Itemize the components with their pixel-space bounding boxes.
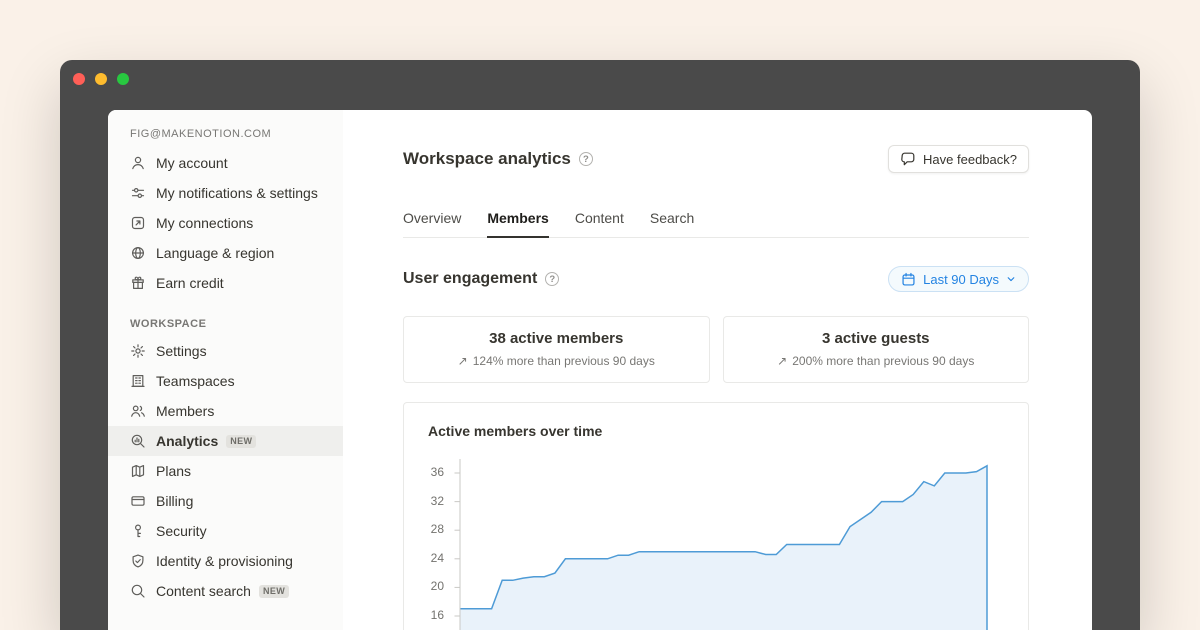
- sidebar-item-label: Security: [156, 521, 207, 541]
- sidebar-item-label: My notifications & settings: [156, 183, 318, 203]
- stat-delta: ↗ 124% more than previous 90 days: [404, 354, 709, 368]
- date-range-label: Last 90 Days: [923, 272, 999, 287]
- tab-content[interactable]: Content: [575, 210, 624, 238]
- stat-cards-row: 38 active members ↗ 124% more than previ…: [403, 316, 1029, 383]
- sidebar-item-label: Earn credit: [156, 273, 224, 293]
- traffic-light-close[interactable]: [73, 73, 85, 85]
- user-engagement-header: User engagement ? Last 90 Days: [403, 266, 1029, 292]
- connections-icon: [130, 215, 146, 231]
- app-window: FIG@MAKENOTION.COM My account My notifica…: [60, 60, 1140, 630]
- y-axis-label: 28: [420, 522, 444, 536]
- sidebar-item-label: My connections: [156, 213, 253, 233]
- active-members-card: 38 active members ↗ 124% more than previ…: [403, 316, 710, 383]
- sidebar-item-members[interactable]: Members: [108, 396, 343, 426]
- sidebar-item-billing[interactable]: Billing: [108, 486, 343, 516]
- sidebar-item-analytics[interactable]: Analytics NEW: [108, 426, 343, 456]
- tab-search[interactable]: Search: [650, 210, 694, 238]
- chart-title: Active members over time: [428, 423, 1028, 439]
- stat-value: 38 active members: [404, 330, 709, 347]
- teamspaces-icon: [130, 373, 146, 389]
- sidebar-item-settings[interactable]: Settings: [108, 336, 343, 366]
- sidebar-item-label: Billing: [156, 491, 193, 511]
- page-title: Workspace analytics ?: [403, 149, 593, 169]
- y-axis-label: 20: [420, 579, 444, 593]
- active-members-area-chart: [452, 453, 1012, 630]
- stat-value: 3 active guests: [724, 330, 1029, 347]
- section-title-text: User engagement: [403, 270, 537, 288]
- sidebar-item-security[interactable]: Security: [108, 516, 343, 546]
- globe-icon: [130, 245, 146, 261]
- search-icon: [130, 583, 146, 599]
- analytics-icon: [130, 433, 146, 449]
- settings-modal: FIG@MAKENOTION.COM My account My notifica…: [108, 110, 1092, 630]
- tab-overview[interactable]: Overview: [403, 210, 461, 238]
- sidebar-item-label: Teamspaces: [156, 371, 235, 391]
- page-title-text: Workspace analytics: [403, 149, 571, 169]
- sidebar-item-label: Plans: [156, 461, 191, 481]
- sidebar-item-teamspaces[interactable]: Teamspaces: [108, 366, 343, 396]
- stat-delta-text: 124% more than previous 90 days: [473, 354, 655, 368]
- y-axis-label: 24: [420, 551, 444, 565]
- analytics-tabs: Overview Members Content Search: [403, 210, 1029, 238]
- trend-up-icon: ↗: [458, 354, 468, 368]
- trend-up-icon: ↗: [777, 354, 787, 368]
- gear-icon: [130, 343, 146, 359]
- settings-sidebar: FIG@MAKENOTION.COM My account My notifica…: [108, 110, 343, 630]
- help-icon[interactable]: ?: [579, 152, 593, 166]
- billing-icon: [130, 493, 146, 509]
- stat-delta-text: 200% more than previous 90 days: [792, 354, 974, 368]
- tab-members[interactable]: Members: [487, 210, 548, 238]
- notifications-icon: [130, 185, 146, 201]
- calendar-icon: [901, 272, 916, 287]
- y-axis-label: 36: [420, 465, 444, 479]
- page-header: Workspace analytics ? Have feedback?: [403, 145, 1029, 173]
- workspace-nav: Settings Teamspaces Members Analytics NEW Pla…: [108, 336, 343, 606]
- have-feedback-button[interactable]: Have feedback?: [888, 145, 1029, 173]
- gift-icon: [130, 275, 146, 291]
- sidebar-item-label: Content search: [156, 581, 251, 601]
- section-title: User engagement ?: [403, 270, 559, 288]
- feedback-button-label: Have feedback?: [923, 152, 1017, 167]
- sidebar-item-label: Identity & provisioning: [156, 551, 293, 571]
- sidebar-item-language-region[interactable]: Language & region: [108, 238, 343, 268]
- sidebar-item-label: My account: [156, 153, 228, 173]
- account-nav: My account My notifications & settings My …: [108, 148, 343, 298]
- main-content: Workspace analytics ? Have feedback? Ove…: [343, 110, 1092, 630]
- traffic-light-zoom[interactable]: [117, 73, 129, 85]
- active-members-chart-card: Active members over time 36 32 28 24 20 16: [403, 402, 1029, 630]
- plans-icon: [130, 463, 146, 479]
- sidebar-item-label: Settings: [156, 341, 207, 361]
- feedback-bubble-icon: [900, 151, 916, 167]
- chevron-down-icon: [1006, 274, 1016, 284]
- date-range-dropdown[interactable]: Last 90 Days: [888, 266, 1029, 292]
- sidebar-item-my-notifications-settings[interactable]: My notifications & settings: [108, 178, 343, 208]
- sidebar-item-label: Members: [156, 401, 214, 421]
- y-axis-label: 16: [420, 608, 444, 622]
- sidebar-item-plans[interactable]: Plans: [108, 456, 343, 486]
- sidebar-item-my-account[interactable]: My account: [108, 148, 343, 178]
- account-email-label: FIG@MAKENOTION.COM: [130, 128, 343, 140]
- help-icon[interactable]: ?: [545, 272, 559, 286]
- sidebar-item-earn-credit[interactable]: Earn credit: [108, 268, 343, 298]
- window-titlebar: [60, 60, 1140, 110]
- new-badge: NEW: [259, 585, 289, 598]
- sidebar-item-content-search[interactable]: Content search NEW: [108, 576, 343, 606]
- members-icon: [130, 403, 146, 419]
- sidebar-item-my-connections[interactable]: My connections: [108, 208, 343, 238]
- person-icon: [130, 155, 146, 171]
- key-icon: [130, 523, 146, 539]
- stat-delta: ↗ 200% more than previous 90 days: [724, 354, 1029, 368]
- workspace-section-label: WORKSPACE: [130, 318, 343, 330]
- traffic-light-minimize[interactable]: [95, 73, 107, 85]
- sidebar-item-label: Analytics: [156, 431, 218, 451]
- sidebar-item-label: Language & region: [156, 243, 274, 263]
- chart-area: 36 32 28 24 20 16: [420, 453, 1028, 630]
- sidebar-item-identity-provisioning[interactable]: Identity & provisioning: [108, 546, 343, 576]
- active-guests-card: 3 active guests ↗ 200% more than previou…: [723, 316, 1030, 383]
- new-badge: NEW: [226, 435, 256, 448]
- shield-icon: [130, 553, 146, 569]
- y-axis-label: 32: [420, 494, 444, 508]
